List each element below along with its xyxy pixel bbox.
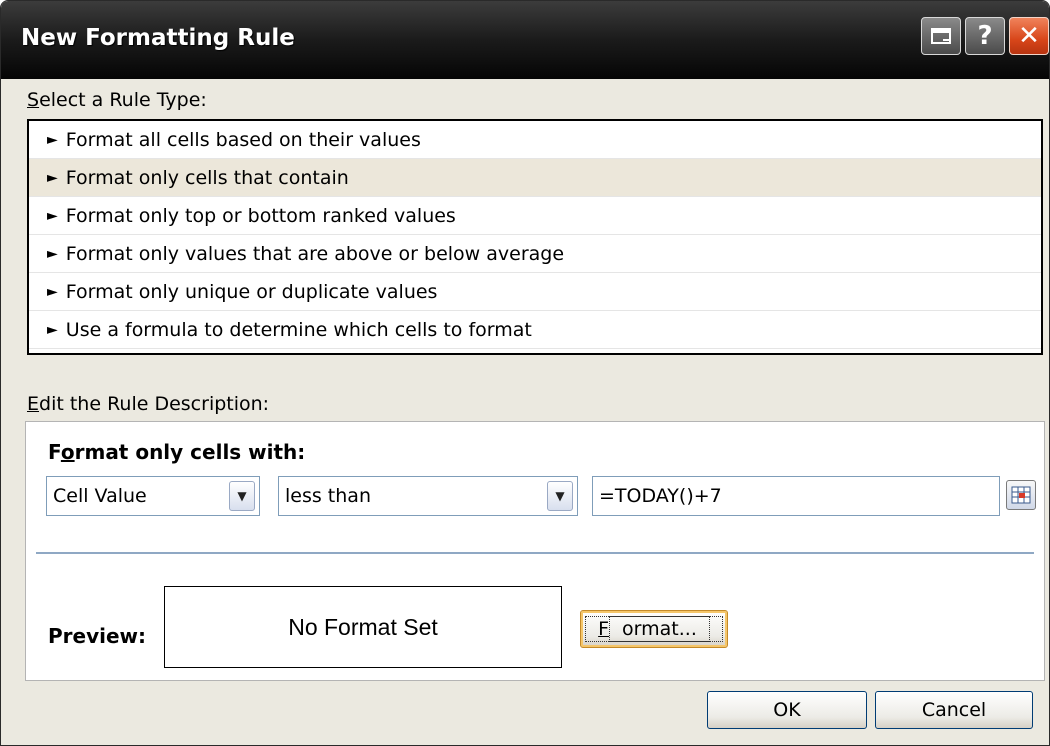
- condition-type-select[interactable]: Cell Value ▼: [46, 476, 260, 516]
- range-selector-icon: [1011, 486, 1031, 504]
- format-button[interactable]: Format...: [580, 610, 728, 648]
- section-divider: [36, 552, 1034, 554]
- arrow-right-icon: ►: [47, 283, 58, 300]
- chevron-down-icon[interactable]: ▼: [229, 481, 255, 511]
- title-bar[interactable]: New Formatting Rule ? ✕: [1, 1, 1049, 79]
- restore-icon: [931, 28, 951, 44]
- arrow-right-icon: ►: [47, 321, 58, 338]
- rule-type-label: Format only values that are above or bel…: [65, 242, 565, 265]
- dialog-title: New Formatting Rule: [21, 25, 295, 51]
- rule-type-label: Format only cells that contain: [65, 166, 349, 189]
- rule-type-item-selected[interactable]: ► Format only cells that contain: [29, 159, 1041, 197]
- ok-button[interactable]: OK: [707, 691, 867, 729]
- rule-type-item[interactable]: ► Use a formula to determine which cells…: [29, 311, 1041, 349]
- operator-value: less than: [285, 485, 371, 507]
- format-only-cells-heading: Format only cells with:: [48, 440, 306, 464]
- rule-description-panel: Format only cells with: Cell Value ▼ les…: [25, 421, 1045, 681]
- chevron-down-icon[interactable]: ▼: [547, 481, 573, 511]
- operator-select[interactable]: less than ▼: [278, 476, 578, 516]
- rule-type-item[interactable]: ► Format only top or bottom ranked value…: [29, 197, 1041, 235]
- rule-type-item[interactable]: ► Format only values that are above or b…: [29, 235, 1041, 273]
- rule-type-label: Format only unique or duplicate values: [65, 280, 438, 303]
- rule-type-label: Format only top or bottom ranked values: [65, 204, 456, 227]
- format-button-label: Format...: [585, 616, 723, 642]
- format-preview-box: No Format Set: [164, 586, 562, 668]
- range-selector-button[interactable]: [1006, 480, 1036, 510]
- edit-rule-description-label: Edit the Rule Description:: [27, 393, 270, 415]
- rule-type-item[interactable]: ► Format all cells based on their values: [29, 121, 1041, 159]
- condition-type-value: Cell Value: [53, 485, 147, 507]
- cancel-button[interactable]: Cancel: [875, 691, 1033, 729]
- preview-label: Preview:: [48, 624, 147, 648]
- rule-type-item[interactable]: ► Format only unique or duplicate values: [29, 273, 1041, 311]
- value-input[interactable]: =TODAY()+7: [592, 476, 1000, 516]
- arrow-right-icon: ►: [47, 169, 58, 186]
- help-icon: ?: [977, 21, 993, 51]
- arrow-right-icon: ►: [47, 131, 58, 148]
- arrow-right-icon: ►: [47, 207, 58, 224]
- rule-type-label: Use a formula to determine which cells t…: [65, 318, 532, 341]
- arrow-right-icon: ►: [47, 245, 58, 262]
- restore-button[interactable]: [921, 17, 961, 55]
- new-formatting-rule-dialog: New Formatting Rule ? ✕ Select a Rule Ty…: [0, 0, 1050, 746]
- rule-type-label: Format all cells based on their values: [65, 128, 421, 151]
- help-button[interactable]: ?: [965, 17, 1005, 55]
- close-button[interactable]: ✕: [1009, 17, 1049, 55]
- close-icon: ✕: [1018, 21, 1040, 51]
- rule-type-list[interactable]: ► Format all cells based on their values…: [27, 119, 1043, 355]
- select-rule-type-label: Select a Rule Type:: [27, 89, 207, 111]
